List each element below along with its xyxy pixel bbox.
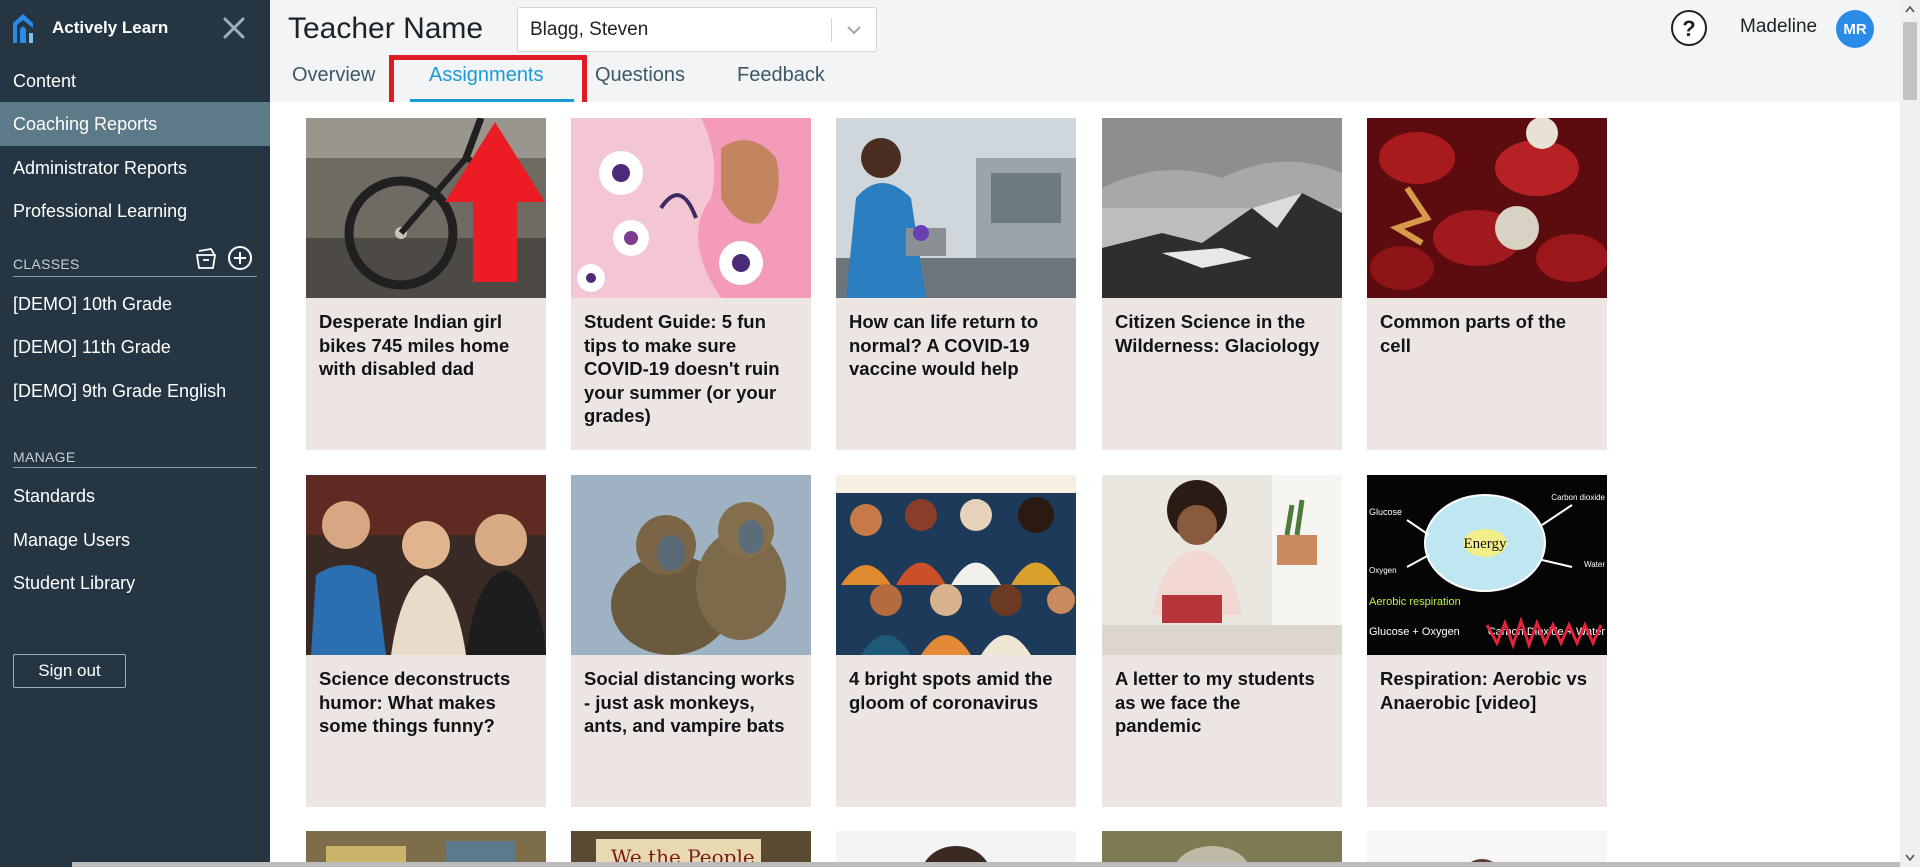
horizontal-scrollbar[interactable] xyxy=(72,862,1900,867)
add-circle-icon[interactable] xyxy=(227,245,253,271)
manage-divider xyxy=(13,467,257,468)
assignment-card-9[interactable]: Energy Glucose Oxygen Carbon dioxide Wat… xyxy=(1367,475,1607,807)
class-item-11th-grade[interactable]: [DEMO] 11th Grade xyxy=(0,325,270,369)
co2-label: Carbon dioxide xyxy=(1551,493,1605,502)
sidebar-item-coaching-reports[interactable]: Coaching Reports xyxy=(0,102,270,146)
tab-overview[interactable]: Overview xyxy=(292,64,375,100)
card-title: 4 bright spots amid the gloom of coronav… xyxy=(849,668,1053,713)
teacher-select[interactable]: Blagg, Steven xyxy=(517,7,877,52)
assignment-card-7[interactable]: 4 bright spots amid the gloom of coronav… xyxy=(836,475,1076,807)
app-root: { "brand": {"name": "Actively Learn"}, "… xyxy=(0,0,1920,867)
classes-divider xyxy=(13,276,257,277)
oxygen-label: Oxygen xyxy=(1369,566,1397,575)
assignment-card-4[interactable]: Common parts of the cell xyxy=(1367,118,1607,450)
thumbnail-glacier xyxy=(1102,118,1342,298)
red-arrow-annotation-icon xyxy=(445,122,545,282)
sidebar-item-professional-learning[interactable]: Professional Learning xyxy=(0,189,270,233)
energy-label: Energy xyxy=(1463,536,1507,552)
teacher-select-value: Blagg, Steven xyxy=(530,18,649,40)
card-title: A letter to my students as we face the p… xyxy=(1115,668,1315,736)
actively-learn-logo-icon xyxy=(13,14,33,43)
thumbnail-student-illustration xyxy=(571,118,811,298)
avatar[interactable]: MR xyxy=(1836,10,1874,48)
brand[interactable]: Actively Learn xyxy=(10,12,168,44)
close-x-icon[interactable] xyxy=(220,14,248,42)
sign-out-button[interactable]: Sign out xyxy=(13,654,126,688)
card-title: Student Guide: 5 fun tips to make sure C… xyxy=(584,311,780,426)
equation-left-label: Glucose + Oxygen xyxy=(1369,626,1460,638)
scroll-down-arrow-icon[interactable] xyxy=(1900,847,1920,867)
help-glyph: ? xyxy=(1682,16,1695,41)
assignment-card-8[interactable]: A letter to my students as we face the p… xyxy=(1102,475,1342,807)
vertical-scrollbar[interactable] xyxy=(1900,0,1920,867)
water-label: Water xyxy=(1584,560,1605,569)
sidebar: Actively Learn Content Coaching Reports … xyxy=(0,0,270,867)
select-chevron[interactable] xyxy=(832,25,876,35)
card-title: Citizen Science in the Wilderness: Glaci… xyxy=(1115,311,1320,356)
thumbnail-girl-reading xyxy=(1102,475,1342,655)
card-title: How can life return to normal? A COVID-1… xyxy=(849,311,1039,379)
thumbnail-respiration-diagram: Energy Glucose Oxygen Carbon dioxide Wat… xyxy=(1367,475,1607,655)
thumbnail-masked-crowd xyxy=(836,475,1076,655)
thumbnail-blood-cells xyxy=(1367,118,1607,298)
sidebar-item-standards[interactable]: Standards xyxy=(0,474,270,518)
card-title: Respiration: Aerobic vs Anaerobic [video… xyxy=(1380,668,1587,713)
assignment-card-1[interactable]: Student Guide: 5 fun tips to make sure C… xyxy=(571,118,811,450)
sidebar-item-student-library[interactable]: Student Library xyxy=(0,561,270,605)
page-title: Teacher Name xyxy=(288,12,484,45)
brand-name: Actively Learn xyxy=(52,18,169,37)
scroll-thumb[interactable] xyxy=(1903,22,1917,100)
card-title: Science deconstructs humor: What makes s… xyxy=(319,668,511,736)
scroll-up-arrow-icon[interactable] xyxy=(1900,0,1920,20)
class-tools xyxy=(193,245,253,271)
archive-icon[interactable] xyxy=(193,245,219,271)
user-name[interactable]: Madeline xyxy=(1740,16,1817,38)
card-title: Social distancing works - just ask monke… xyxy=(584,668,795,736)
sidebar-item-content[interactable]: Content xyxy=(0,59,270,103)
class-item-10th-grade[interactable]: [DEMO] 10th Grade xyxy=(0,282,270,326)
thumbnail-lab-scientist xyxy=(836,118,1076,298)
aerobic-label: Aerobic respiration xyxy=(1369,596,1461,608)
manage-section-label: MANAGE xyxy=(13,449,76,465)
assignment-card-2[interactable]: How can life return to normal? A COVID-1… xyxy=(836,118,1076,450)
assignment-card-3[interactable]: Citizen Science in the Wilderness: Glaci… xyxy=(1102,118,1342,450)
assignment-card-6[interactable]: Social distancing works - just ask monke… xyxy=(571,475,811,807)
assignment-card-5[interactable]: Science deconstructs humor: What makes s… xyxy=(306,475,546,807)
thumbnail-laughing-students xyxy=(306,475,546,655)
glucose-label: Glucose xyxy=(1369,507,1402,517)
tab-feedback[interactable]: Feedback xyxy=(737,64,825,100)
card-title: Desperate Indian girl bikes 745 miles ho… xyxy=(319,311,510,379)
chevron-down-icon xyxy=(847,25,861,34)
tab-questions[interactable]: Questions xyxy=(595,64,685,100)
class-item-9th-grade-english[interactable]: [DEMO] 9th Grade English xyxy=(0,369,270,413)
sidebar-item-manage-users[interactable]: Manage Users xyxy=(0,518,270,562)
card-title: Common parts of the cell xyxy=(1380,311,1567,356)
help-icon[interactable]: ? xyxy=(1670,9,1708,47)
thumbnail-monkeys xyxy=(571,475,811,655)
sidebar-item-administrator-reports[interactable]: Administrator Reports xyxy=(0,146,270,190)
classes-section-label: CLASSES xyxy=(13,256,80,272)
